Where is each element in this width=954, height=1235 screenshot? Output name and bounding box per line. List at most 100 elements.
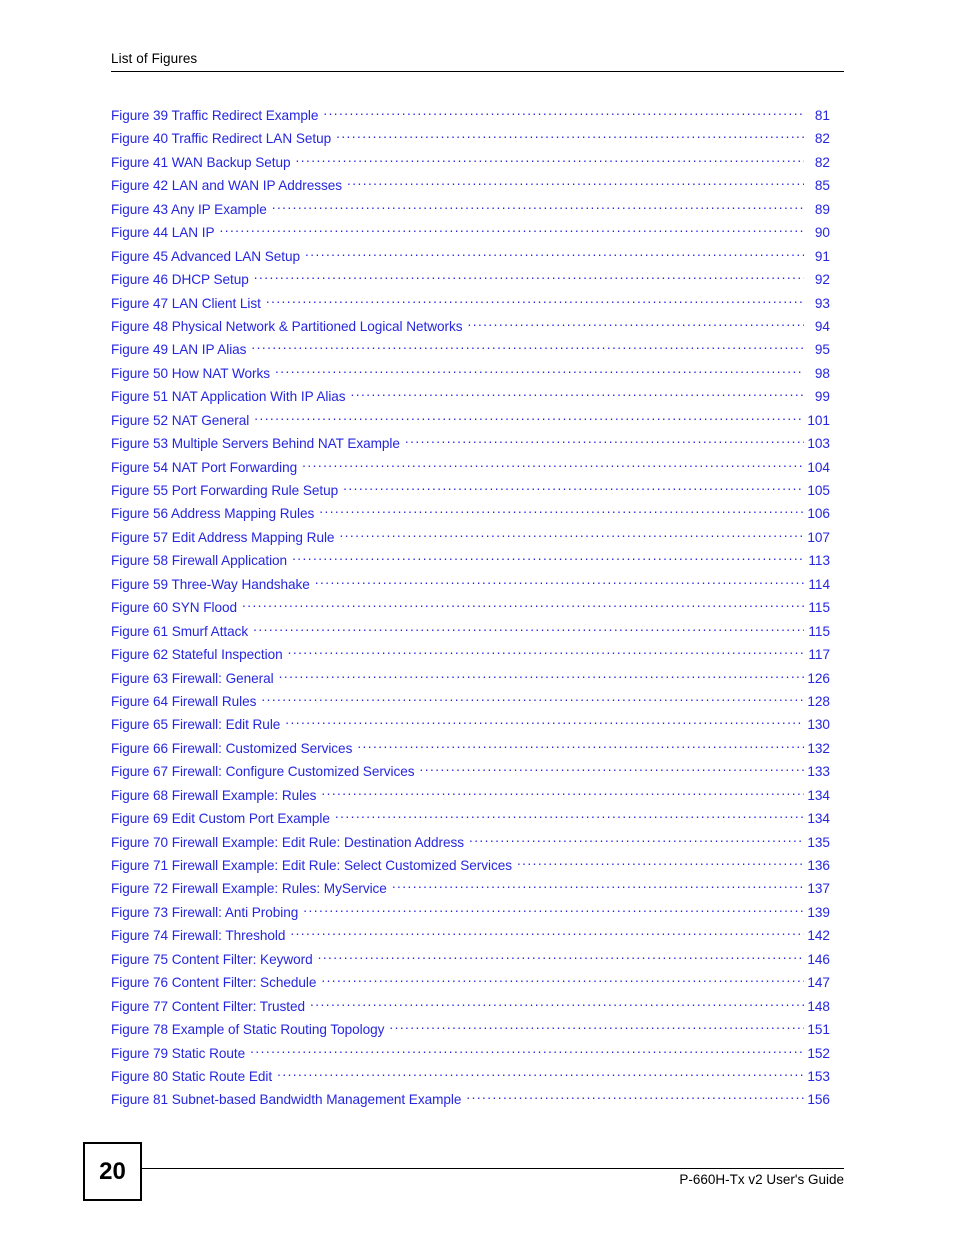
list-item[interactable]: Figure 45 Advanced LAN Setup 91	[111, 248, 830, 271]
list-item[interactable]: Figure 70 Firewall Example: Edit Rule: D…	[111, 834, 830, 857]
list-item[interactable]: Figure 73 Firewall: Anti Probing 139	[111, 904, 830, 927]
list-item[interactable]: Figure 58 Firewall Application 113	[111, 552, 830, 575]
figure-entry-label: Figure 61 Smurf Attack	[111, 623, 249, 639]
dot-leader	[288, 646, 804, 659]
list-item[interactable]: Figure 43 Any IP Example 89	[111, 201, 830, 224]
dot-leader	[392, 880, 804, 893]
list-item[interactable]: Figure 67 Firewall: Configure Customized…	[111, 763, 830, 786]
figure-entry-label: Figure 62 Stateful Inspection	[111, 647, 283, 663]
dot-leader	[336, 130, 804, 143]
figure-entry-label: Figure 42 LAN and WAN IP Addresses	[111, 178, 343, 194]
list-item[interactable]: Figure 80 Static Route Edit 153	[111, 1068, 830, 1091]
list-item[interactable]: Figure 59 Three-Way Handshake 114	[111, 576, 830, 599]
list-item[interactable]: Figure 72 Firewall Example: Rules: MySer…	[111, 880, 830, 903]
list-item[interactable]: Figure 39 Traffic Redirect Example 81	[111, 107, 830, 130]
list-item[interactable]: Figure 65 Firewall: Edit Rule 130	[111, 716, 830, 739]
list-item[interactable]: Figure 76 Content Filter: Schedule 147	[111, 974, 830, 997]
figure-entry-label: Figure 58 Firewall Application	[111, 553, 288, 569]
list-item[interactable]: Figure 68 Firewall Example: Rules 134	[111, 787, 830, 810]
dot-leader	[405, 435, 804, 448]
list-item[interactable]: Figure 50 How NAT Works 98	[111, 365, 830, 388]
dot-leader	[420, 763, 804, 776]
figure-entry-label: Figure 80 Static Route Edit	[111, 1068, 273, 1084]
list-item[interactable]: Figure 66 Firewall: Customized Services 1…	[111, 740, 830, 763]
figure-entry-page-number: 151	[807, 1022, 830, 1038]
list-item[interactable]: Figure 63 Firewall: General 126	[111, 670, 830, 693]
list-item[interactable]: Figure 60 SYN Flood 115	[111, 599, 830, 622]
list-item[interactable]: Figure 74 Firewall: Threshold 142	[111, 927, 830, 950]
figure-entry-label: Figure 76 Content Filter: Schedule	[111, 975, 317, 991]
figure-entry-page-number: 115	[808, 600, 830, 616]
list-item[interactable]: Figure 69 Edit Custom Port Example 134	[111, 810, 830, 833]
figure-entry-page-number: 98	[814, 365, 830, 381]
figure-entry-label: Figure 65 Firewall: Edit Rule	[111, 717, 281, 733]
dot-leader	[253, 623, 804, 636]
dot-leader	[305, 248, 804, 261]
list-item[interactable]: Figure 61 Smurf Attack 115	[111, 623, 830, 646]
figure-entry-label: Figure 79 Static Route	[111, 1045, 246, 1061]
figure-entry-label: Figure 72 Firewall Example: Rules: MySer…	[111, 881, 387, 897]
dot-leader	[279, 670, 804, 683]
figure-entry-label: Figure 47 LAN Client List	[111, 295, 261, 311]
figure-entry-page-number: 128	[807, 693, 830, 709]
figure-entry-page-number: 117	[808, 647, 830, 663]
figure-entry-page-number: 104	[807, 459, 830, 475]
dot-leader	[321, 974, 804, 987]
figure-entry-label: Figure 39 Traffic Redirect Example	[111, 108, 319, 123]
dot-leader	[285, 716, 804, 729]
list-item[interactable]: Figure 78 Example of Static Routing Topo…	[111, 1021, 830, 1044]
dot-leader	[466, 1091, 804, 1104]
list-item[interactable]: Figure 48 Physical Network & Partitioned…	[111, 318, 830, 341]
list-of-figures: Figure 39 Traffic Redirect Example81Figu…	[111, 107, 830, 1115]
figure-entry-label: Figure 81 Subnet-based Bandwidth Managem…	[111, 1092, 462, 1108]
list-item[interactable]: Figure 52 NAT General 101	[111, 412, 830, 435]
list-item[interactable]: Figure 62 Stateful Inspection 117	[111, 646, 830, 669]
figure-entry-page-number: 82	[814, 131, 830, 147]
list-item[interactable]: Figure 44 LAN IP 90	[111, 224, 830, 247]
dot-leader	[275, 365, 804, 378]
list-item[interactable]: Figure 51 NAT Application With IP Alias 9…	[111, 388, 830, 411]
figure-entry-label: Figure 45 Advanced LAN Setup	[111, 248, 301, 264]
list-item[interactable]: Figure 55 Port Forwarding Rule Setup 105	[111, 482, 830, 505]
footer-document-title: P-660H-Tx v2 User's Guide	[679, 1172, 844, 1187]
figure-entry-page-number: 85	[814, 178, 830, 194]
figure-entry-page-number: 137	[807, 881, 830, 897]
footer-page-number: 20	[99, 1157, 126, 1185]
list-item[interactable]: Figure 49 LAN IP Alias 95	[111, 341, 830, 364]
figure-entry-page-number: 142	[807, 928, 830, 944]
figure-entry-label: Figure 43 Any IP Example	[111, 201, 267, 217]
list-item[interactable]: Figure 47 LAN Client List 93	[111, 295, 830, 318]
list-item[interactable]: Figure 57 Edit Address Mapping Rule 107	[111, 529, 830, 552]
figure-entry-label: Figure 71 Firewall Example: Edit Rule: S…	[111, 858, 512, 873]
figure-entry-page-number: 152	[807, 1045, 830, 1061]
list-item[interactable]: Figure 46 DHCP Setup 92	[111, 271, 830, 294]
list-item[interactable]: Figure 42 LAN and WAN IP Addresses 85	[111, 177, 830, 200]
figure-entry-label: Figure 51 NAT Application With IP Alias	[111, 389, 346, 405]
figure-entry-label: Figure 68 Firewall Example: Rules	[111, 787, 317, 803]
figure-entry-page-number: 153	[807, 1068, 830, 1084]
figure-entry-page-number: 135	[807, 834, 830, 850]
figure-entry-label: Figure 77 Content Filter: Trusted	[111, 998, 306, 1014]
list-item[interactable]: Figure 54 NAT Port Forwarding 104	[111, 459, 830, 482]
list-item[interactable]: Figure 79 Static Route 152	[111, 1045, 830, 1068]
figure-entry-label: Figure 66 Firewall: Customized Services	[111, 740, 353, 756]
list-item[interactable]: Figure 81 Subnet-based Bandwidth Managem…	[111, 1091, 830, 1114]
dot-leader	[347, 177, 804, 190]
figure-entry-page-number: 82	[814, 154, 830, 170]
list-item[interactable]: Figure 75 Content Filter: Keyword 146	[111, 951, 830, 974]
figure-entry-label: Figure 48 Physical Network & Partitioned…	[111, 318, 463, 334]
list-item[interactable]: Figure 41 WAN Backup Setup 82	[111, 154, 830, 177]
list-item[interactable]: Figure 64 Firewall Rules 128	[111, 693, 830, 716]
figure-entry-page-number: 134	[807, 811, 830, 827]
list-item[interactable]: Figure 56 Address Mapping Rules 106	[111, 505, 830, 528]
page-header: List of Figures	[111, 50, 844, 72]
figure-entry-label: Figure 40 Traffic Redirect LAN Setup	[111, 131, 332, 147]
list-item[interactable]: Figure 40 Traffic Redirect LAN Setup 82	[111, 130, 830, 153]
list-item[interactable]: Figure 77 Content Filter: Trusted 148	[111, 998, 830, 1021]
dot-leader	[468, 318, 805, 331]
list-item[interactable]: Figure 71 Firewall Example: Edit Rule: S…	[111, 857, 830, 880]
figure-entry-label: Figure 54 NAT Port Forwarding	[111, 459, 298, 475]
dot-leader	[242, 599, 804, 612]
list-item[interactable]: Figure 53 Multiple Servers Behind NAT Ex…	[111, 435, 830, 458]
figure-entry-page-number: 136	[807, 858, 830, 873]
